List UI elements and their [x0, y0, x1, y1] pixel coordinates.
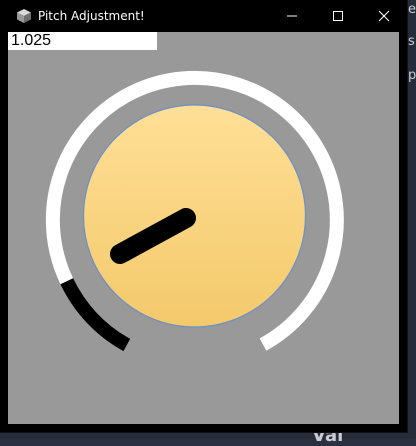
maximize-icon	[332, 7, 344, 26]
title-bar[interactable]: Pitch Adjustment!	[0, 0, 407, 32]
pitch-adjustment-window: Pitch Adjustment!	[0, 0, 407, 432]
client-area	[8, 32, 399, 424]
close-button[interactable]	[361, 0, 407, 32]
background-text-fragment: s	[408, 34, 415, 49]
pitch-knob[interactable]	[8, 32, 399, 424]
maximize-button[interactable]	[315, 0, 361, 32]
window-title: Pitch Adjustment!	[38, 9, 145, 23]
background-text-fragment: e	[408, 2, 416, 17]
close-icon	[378, 7, 390, 26]
minimize-icon	[286, 7, 298, 26]
background-text-fragment: p	[408, 68, 416, 83]
minimize-button[interactable]	[269, 0, 315, 32]
cube-icon	[16, 8, 32, 24]
